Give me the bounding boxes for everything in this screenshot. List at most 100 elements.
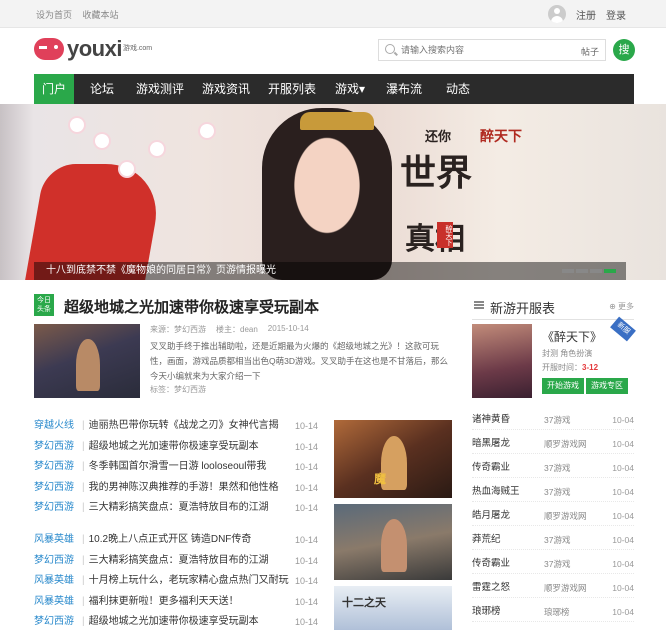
bookmark-link[interactable]: 收藏本站 (83, 10, 119, 20)
headline-article: 今日 头条 超级地城之光加速带你极速享受玩副本 来源：梦幻西游 楼主：dean … (34, 294, 454, 402)
list-item[interactable]: 风暴英雄 | 十月榜上玩什么，老玩家精心盘点热门又耐玩 10-14 (34, 571, 318, 592)
banner-calligraphy-1: 世界 (400, 152, 473, 194)
pager-dot-active[interactable] (604, 269, 616, 273)
server-platform: 37游戏 (544, 535, 571, 545)
list-item[interactable]: 风暴英雄 | 10.2晚上八点正式开区 铸造DNF传奇 10-14 (34, 530, 318, 551)
login-link[interactable]: 登录 (606, 7, 626, 22)
more-link[interactable]: ⊕ 更多 (609, 301, 634, 312)
news-title[interactable]: 10.2晚上八点正式开区 铸造DNF传奇 (89, 534, 252, 545)
nav-item-portal[interactable]: 门户 (34, 74, 74, 104)
article-thumbnail[interactable] (334, 504, 452, 580)
headline-source: 来源：梦幻西游 (150, 325, 206, 334)
sidebar-header: 新游开服表 ⊕ 更多 (472, 294, 634, 320)
news-category[interactable]: 梦幻西游 (34, 478, 78, 499)
game-name[interactable]: 《醉天下》 (542, 328, 602, 345)
headline-thumbnail[interactable] (34, 324, 140, 398)
server-row[interactable]: 热血海贼王 37游戏 10-04 (472, 482, 634, 502)
nav-item-feed[interactable]: 动态 (438, 74, 478, 104)
site-header: youxi 游戏.com 帖子 搜 (0, 28, 666, 74)
register-link[interactable]: 注册 (576, 7, 596, 22)
news-title[interactable]: 十月榜上玩什么，老玩家精心盘点热门又耐玩 (89, 575, 289, 586)
new-servers-sidebar: 新游开服表 ⊕ 更多 《醉天下》 封测 角色扮演 开服时间：3-12 开始游戏 … (472, 294, 636, 630)
list-item[interactable]: 穿越火线 | 迪丽热巴带你玩转《战龙之刃》女神代言揭 10-14 (34, 416, 318, 437)
server-platform: 37游戏 (544, 415, 571, 425)
news-category[interactable]: 梦幻西游 (34, 612, 78, 630)
list-item[interactable]: 梦幻西游 | 我的男神陈汉典推荐的手游！果然和他性格 10-14 (34, 478, 318, 499)
game-zone-button[interactable]: 游戏专区 (586, 378, 628, 394)
server-row[interactable]: 诸神黄昏 37游戏 10-04 (472, 410, 634, 430)
nav-item-news[interactable]: 游戏资讯 (198, 74, 254, 104)
server-row[interactable]: 琅琊榜 琅琊榜 10-04 (472, 602, 634, 622)
search-button[interactable]: 搜 (613, 39, 635, 61)
news-category[interactable]: 梦幻西游 (34, 457, 78, 478)
avatar-icon[interactable] (548, 5, 566, 23)
news-title[interactable]: 超级地城之光加速带你极速享受玩副本 (89, 441, 259, 452)
today-headline-tag: 今日 头条 (34, 294, 54, 316)
more-label[interactable]: 更多 (618, 302, 634, 311)
headline-author: 楼主：dean (216, 325, 258, 334)
news-title[interactable]: 迪丽热巴带你玩转《战龙之刃》女神代言揭 (89, 420, 279, 431)
banner-calligraphy-2: 真相 (405, 222, 465, 257)
thumbnail-figure (381, 519, 408, 573)
server-row[interactable]: 传奇霸业 37游戏 10-04 (472, 458, 634, 478)
site-logo[interactable]: youxi 游戏.com (34, 36, 152, 62)
headline-tags[interactable]: 标签：梦幻西游 (150, 384, 206, 395)
start-game-button[interactable]: 开始游戏 (542, 378, 584, 394)
news-category[interactable]: 风暴英雄 (34, 571, 78, 592)
server-game-name[interactable]: 莽荒纪 (472, 530, 501, 550)
server-row[interactable]: 雷霆之怒 顺罗游戏网 10-04 (472, 578, 634, 598)
nav-item-reviews[interactable]: 游戏测评 (132, 74, 188, 104)
server-game-name[interactable]: 传奇霸业 (472, 458, 510, 478)
news-title[interactable]: 三大精彩搞笑盘点：夏浩特放目布的江湖 (89, 555, 269, 566)
nav-item-games[interactable]: 游戏▾ (330, 74, 370, 104)
server-row[interactable]: 暗黑屠龙 顺罗游戏网 10-04 (472, 434, 634, 454)
search-type-select[interactable]: 帖子 (581, 45, 599, 58)
news-category[interactable]: 风暴英雄 (34, 592, 78, 613)
server-platform: 顺罗游戏网 (544, 439, 587, 449)
news-category[interactable]: 穿越火线 (34, 416, 78, 437)
banner-stamp: 醉天下 (437, 222, 453, 248)
server-row[interactable]: 莽荒纪 37游戏 10-04 (472, 530, 634, 550)
set-home-link[interactable]: 设为首页 (36, 10, 72, 20)
server-row[interactable]: 皓月屠龙 顺罗游戏网 10-04 (472, 506, 634, 526)
article-thumbnail[interactable]: 魔 (334, 420, 452, 498)
pager-dot[interactable] (590, 269, 602, 273)
news-category[interactable]: 风暴英雄 (34, 530, 78, 551)
list-item[interactable]: 梦幻西游 | 超级地城之光加速带你极速享受玩副本 10-14 (34, 612, 318, 630)
server-date: 10-04 (612, 487, 634, 497)
article-thumbnail[interactable]: 十二之天 (334, 586, 452, 630)
pager-dot[interactable] (576, 269, 588, 273)
server-game-name[interactable]: 传奇霸业 (472, 554, 510, 574)
server-game-name[interactable]: 雷霆之怒 (472, 578, 510, 598)
hero-banner[interactable]: 还你 世界 真相 醉天下 醉天下 十八到底禁不禁《魔物娘的同居日常》页游情报曝光 (0, 104, 666, 280)
news-category[interactable]: 梦幻西游 (34, 437, 78, 458)
nav-item-forum[interactable]: 论坛 (80, 74, 124, 104)
list-item[interactable]: 风暴英雄 | 福利抹更新啦！更多福利天天送！ 10-14 (34, 592, 318, 613)
server-row[interactable]: 传奇霸业 37游戏 10-04 (472, 554, 634, 574)
server-game-name[interactable]: 琅琊榜 (472, 602, 501, 622)
list-item[interactable]: 梦幻西游 | 三大精彩搞笑盘点：夏浩特放目布的江湖 10-14 (34, 551, 318, 572)
list-item[interactable]: 梦幻西游 | 超级地城之光加速带你极速享受玩副本 10-14 (34, 437, 318, 458)
news-title[interactable]: 三大精彩搞笑盘点：夏浩特放目布的江湖 (89, 502, 269, 513)
server-date: 10-04 (612, 511, 634, 521)
server-game-name[interactable]: 皓月屠龙 (472, 506, 510, 526)
nav-item-server-list[interactable]: 开服列表 (264, 74, 320, 104)
search-input[interactable] (401, 42, 561, 58)
logo-text: youxi (67, 36, 122, 61)
list-item[interactable]: 梦幻西游 | 三大精彩搞笑盘点：夏浩特放目布的江湖 10-14 (34, 498, 318, 519)
news-title[interactable]: 冬季韩国首尔滑雪一日游 looloseoul带我 (89, 461, 267, 472)
game-poster[interactable] (472, 324, 532, 398)
list-item[interactable]: 梦幻西游 | 冬季韩国首尔滑雪一日游 looloseoul带我 10-14 (34, 457, 318, 478)
news-title[interactable]: 福利抹更新啦！更多福利天天送！ (89, 596, 239, 607)
nav-item-waterfall[interactable]: 瀑布流 (382, 74, 426, 104)
server-game-name[interactable]: 暗黑屠龙 (472, 434, 510, 454)
pager-dot[interactable] (562, 269, 574, 273)
headline-title[interactable]: 超级地城之光加速带你极速享受玩副本 (64, 296, 319, 317)
news-category[interactable]: 梦幻西游 (34, 498, 78, 519)
banner-caption-text[interactable]: 十八到底禁不禁《魔物娘的同居日常》页游情报曝光 (46, 265, 276, 276)
server-game-name[interactable]: 热血海贼王 (472, 482, 520, 502)
news-category[interactable]: 梦幻西游 (34, 551, 78, 572)
server-game-name[interactable]: 诸神黄昏 (472, 410, 510, 430)
news-title[interactable]: 超级地城之光加速带你极速享受玩副本 (89, 616, 259, 627)
news-title[interactable]: 我的男神陈汉典推荐的手游！果然和他性格 (89, 482, 279, 493)
